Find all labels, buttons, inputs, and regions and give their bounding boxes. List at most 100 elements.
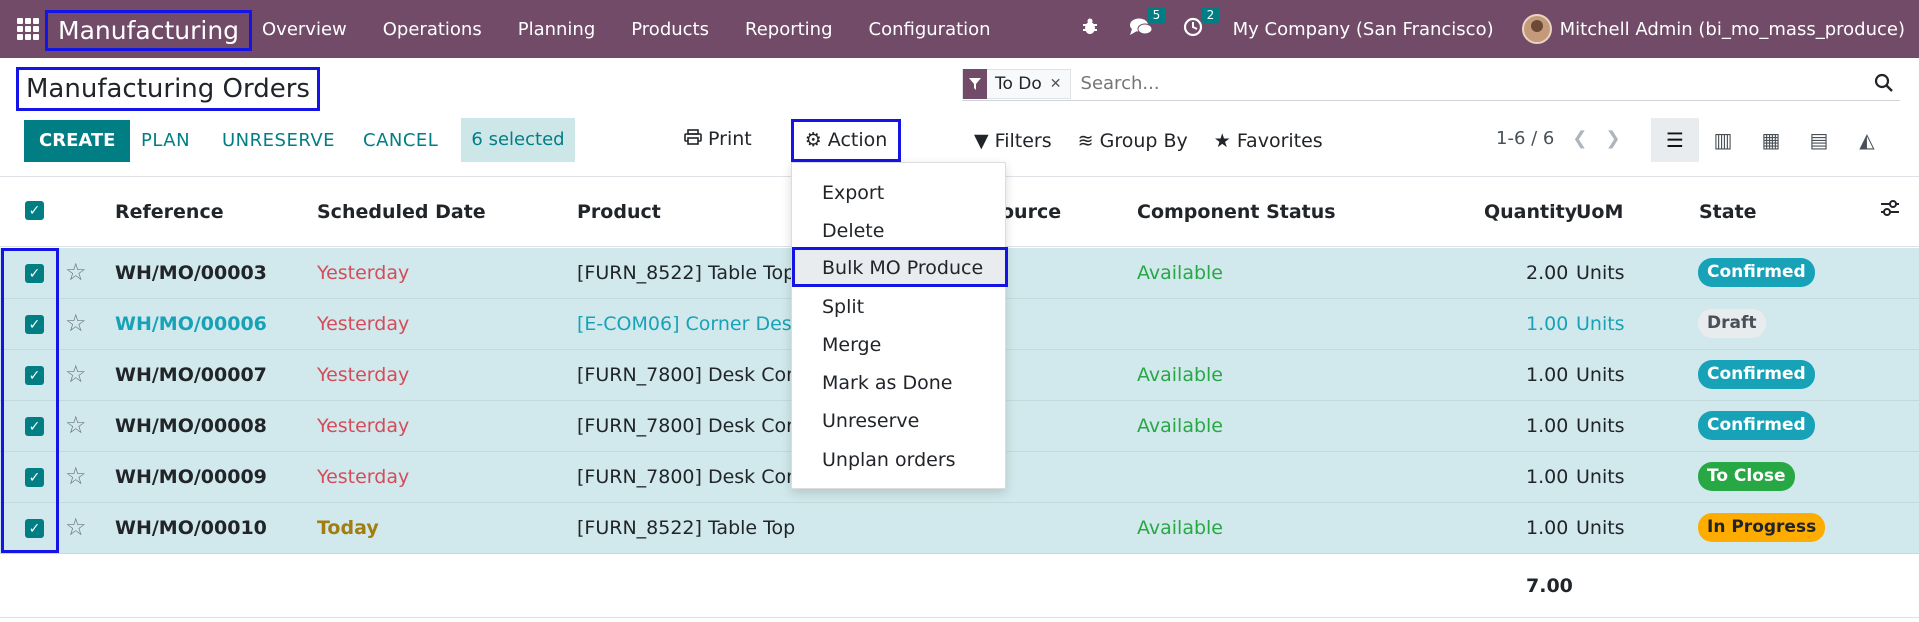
menu-reporting[interactable]: Reporting bbox=[745, 19, 833, 40]
group-by-button[interactable]: ≋ Group By bbox=[1078, 130, 1188, 152]
plan-button[interactable]: PLAN bbox=[126, 120, 205, 162]
state-badge: Confirmed bbox=[1698, 360, 1815, 389]
action-button[interactable]: ⚙ Action bbox=[791, 119, 901, 162]
debug-bug-icon[interactable] bbox=[1081, 17, 1099, 41]
cell-quantity: 1.00 bbox=[1526, 466, 1569, 488]
state-badge: Confirmed bbox=[1698, 411, 1815, 440]
menu-configuration[interactable]: Configuration bbox=[869, 19, 991, 40]
print-button[interactable]: Print bbox=[684, 128, 752, 150]
menu-operations[interactable]: Operations bbox=[383, 19, 482, 40]
priority-star-icon[interactable]: ☆ bbox=[65, 462, 87, 490]
cell-reference: WH/MO/00010 bbox=[115, 517, 267, 539]
menu-item-split[interactable]: Split bbox=[822, 296, 864, 318]
menu-item-unplan-orders[interactable]: Unplan orders bbox=[822, 449, 956, 471]
calendar-view-icon[interactable]: ▦ bbox=[1747, 118, 1795, 162]
header-uom[interactable]: UoM bbox=[1576, 201, 1623, 223]
apps-menu-icon[interactable] bbox=[17, 18, 39, 40]
search-options: ▼ Filters ≋ Group By ★ Favorites bbox=[974, 130, 1349, 152]
activities-count-badge: 2 bbox=[1200, 6, 1221, 23]
filters-label: Filters bbox=[994, 130, 1052, 152]
menu-overview[interactable]: Overview bbox=[262, 19, 347, 40]
cell-product: [FURN_7800] Desk Comb bbox=[577, 466, 817, 488]
cell-component-status: Available bbox=[1137, 415, 1224, 437]
app-name[interactable]: Manufacturing bbox=[45, 10, 253, 51]
filter-funnel-icon: ▼ bbox=[974, 130, 989, 152]
pager-next-icon[interactable]: ❯ bbox=[1605, 128, 1620, 149]
main-menu: Overview Operations Planning Products Re… bbox=[262, 0, 1027, 58]
cell-component-status: Available bbox=[1137, 364, 1224, 386]
header-component-status[interactable]: Component Status bbox=[1137, 201, 1336, 223]
header-scheduled-date[interactable]: Scheduled Date bbox=[317, 201, 486, 223]
cell-quantity: 1.00 bbox=[1526, 517, 1569, 539]
selected-count: 6 selected bbox=[461, 118, 575, 162]
graph-view-icon[interactable]: ◭ bbox=[1843, 118, 1891, 162]
cell-uom: Units bbox=[1576, 466, 1625, 488]
table-row[interactable]: ✓ ☆ WH/MO/00010 Today [FURN_8522] Table … bbox=[0, 503, 1919, 554]
action-label: Action bbox=[827, 129, 888, 151]
menu-item-unreserve[interactable]: Unreserve bbox=[822, 410, 919, 432]
favorites-label: Favorites bbox=[1236, 130, 1323, 152]
header-reference[interactable]: Reference bbox=[115, 201, 224, 223]
cell-uom: Units bbox=[1576, 415, 1625, 437]
search-input[interactable] bbox=[1080, 73, 1861, 94]
header-quantity[interactable]: Quantity bbox=[1484, 201, 1577, 223]
cell-product: [FURN_7800] Desk Comb bbox=[577, 415, 817, 437]
cell-product: [FURN_8522] Table Top bbox=[577, 517, 796, 539]
priority-star-icon[interactable]: ☆ bbox=[65, 258, 87, 286]
pager-previous-icon[interactable]: ❮ bbox=[1572, 128, 1587, 149]
menu-item-delete[interactable]: Delete bbox=[822, 220, 884, 242]
print-label: Print bbox=[708, 128, 752, 150]
total-quantity: 7.00 bbox=[1526, 575, 1573, 597]
create-button[interactable]: CREATE bbox=[24, 120, 131, 162]
action-dropdown-menu: Export Delete Bulk MO Produce Split Merg… bbox=[791, 162, 1008, 489]
cell-scheduled-date: Yesterday bbox=[317, 466, 410, 488]
menu-item-export[interactable]: Export bbox=[822, 182, 884, 204]
kanban-view-icon[interactable]: ▥ bbox=[1699, 118, 1747, 162]
favorites-button[interactable]: ★ Favorites bbox=[1214, 130, 1323, 152]
list-view-icon[interactable]: ☰ bbox=[1651, 118, 1699, 162]
optional-columns-icon[interactable] bbox=[1880, 199, 1900, 222]
unreserve-button[interactable]: UNRESERVE bbox=[207, 120, 350, 162]
cell-reference: WH/MO/00003 bbox=[115, 262, 267, 284]
search-facet: To Do ✕ bbox=[962, 68, 1071, 99]
cancel-button[interactable]: CANCEL bbox=[348, 120, 453, 162]
menu-item-bulk-mo-produce[interactable]: Bulk MO Produce bbox=[822, 257, 983, 279]
messages-count-badge: 5 bbox=[1146, 6, 1167, 23]
search-icon[interactable] bbox=[1874, 73, 1894, 98]
pager-range[interactable]: 1-6 / 6 bbox=[1496, 128, 1554, 149]
cell-component-status: Available bbox=[1137, 262, 1224, 284]
header-product[interactable]: Product bbox=[577, 201, 661, 223]
state-badge: To Close bbox=[1698, 462, 1795, 491]
cell-uom: Units bbox=[1576, 364, 1625, 386]
group-by-label: Group By bbox=[1099, 130, 1188, 152]
cell-product: [FURN_7800] Desk Comb bbox=[577, 364, 817, 386]
priority-star-icon[interactable]: ☆ bbox=[65, 309, 87, 337]
menu-planning[interactable]: Planning bbox=[518, 19, 596, 40]
menu-item-mark-as-done[interactable]: Mark as Done bbox=[822, 372, 952, 394]
cell-quantity: 2.00 bbox=[1526, 262, 1569, 284]
header-state[interactable]: State bbox=[1699, 201, 1757, 223]
user-avatar[interactable] bbox=[1521, 14, 1552, 44]
menu-products[interactable]: Products bbox=[631, 19, 709, 40]
menu-item-merge[interactable]: Merge bbox=[822, 334, 881, 356]
header-source[interactable]: ource bbox=[1001, 201, 1061, 223]
facet-remove-icon[interactable]: ✕ bbox=[1050, 76, 1070, 92]
priority-star-icon[interactable]: ☆ bbox=[65, 513, 87, 541]
priority-star-icon[interactable]: ☆ bbox=[65, 411, 87, 439]
company-switcher[interactable]: My Company (San Francisco) bbox=[1233, 19, 1494, 40]
user-menu[interactable]: Mitchell Admin (bi_mo_mass_produce) bbox=[1560, 19, 1905, 40]
filters-button[interactable]: ▼ Filters bbox=[974, 130, 1052, 152]
priority-star-icon[interactable]: ☆ bbox=[65, 360, 87, 388]
cell-component-status: Available bbox=[1137, 517, 1224, 539]
cell-product: [FURN_8522] Table Top bbox=[577, 262, 796, 284]
state-badge: Draft bbox=[1698, 309, 1766, 338]
activities-clock-icon[interactable]: 2 bbox=[1183, 6, 1221, 42]
cell-reference: WH/MO/00006 bbox=[115, 313, 267, 335]
state-badge: In Progress bbox=[1698, 513, 1826, 542]
select-all-checkbox[interactable]: ✓ bbox=[25, 201, 44, 220]
cell-scheduled-date: Yesterday bbox=[317, 262, 410, 284]
layers-icon: ≋ bbox=[1077, 130, 1094, 152]
systray: 5 2 My Company (San Francisco) Mitchell … bbox=[1081, 0, 1919, 58]
pivot-view-icon[interactable]: ▤ bbox=[1795, 118, 1843, 162]
messages-icon[interactable]: 5 bbox=[1129, 6, 1167, 42]
